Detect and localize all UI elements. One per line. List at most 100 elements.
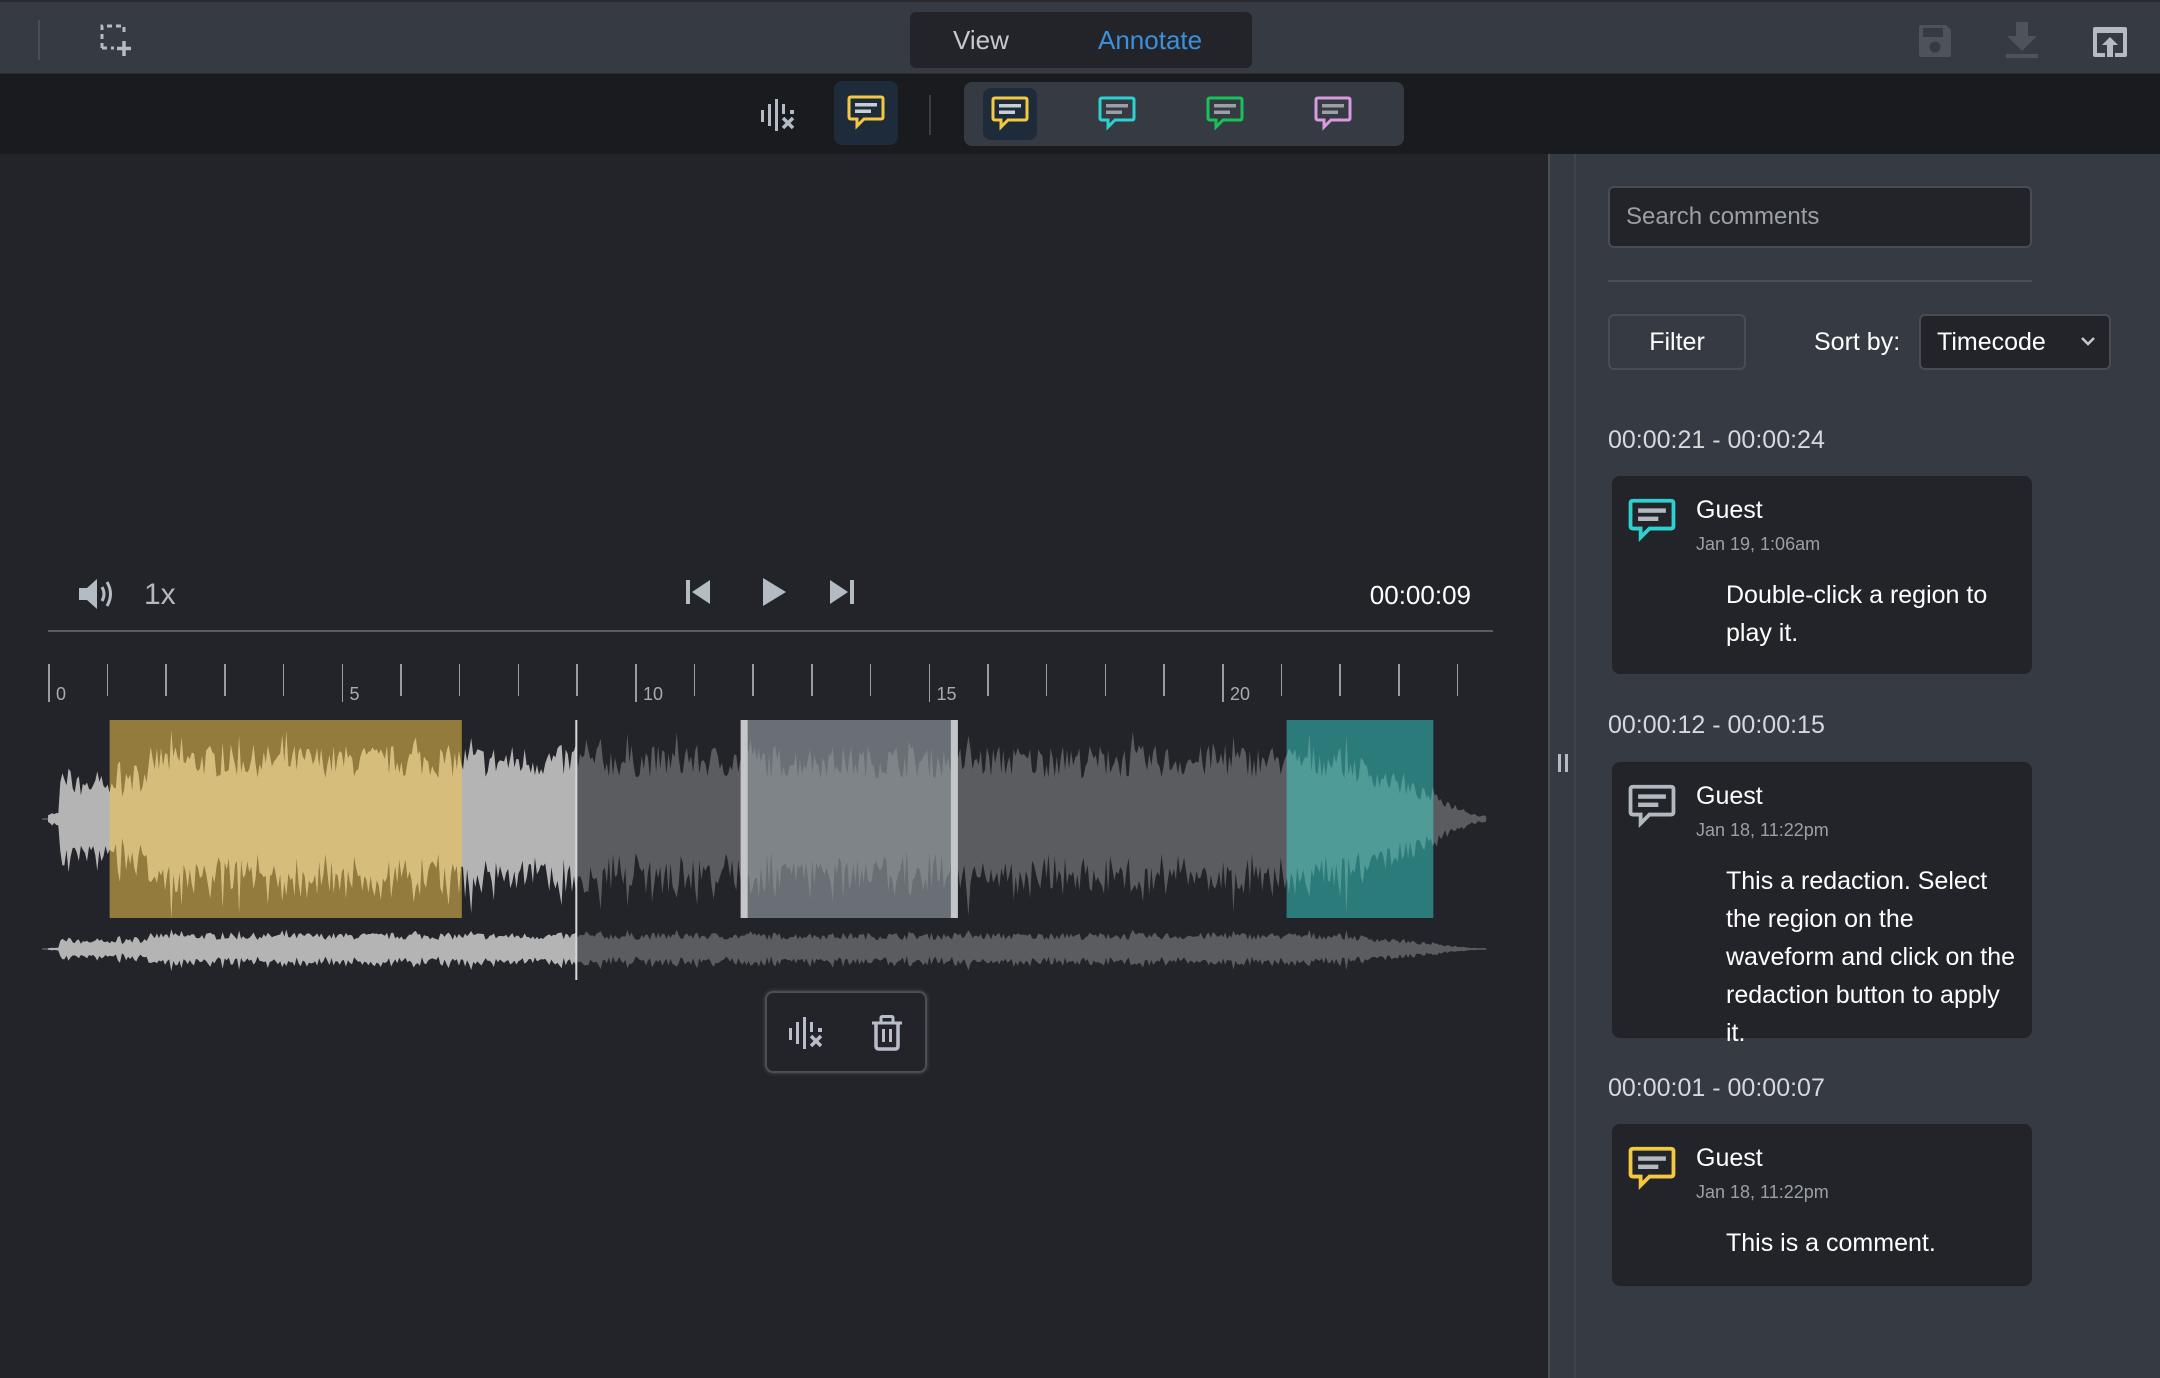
comment-card[interactable]: Guest Jan 18, 11:22pm This is a comment. bbox=[1612, 1124, 2032, 1286]
comment-date: Jan 19, 1:06am bbox=[1696, 534, 1821, 554]
ruler-tick bbox=[1456, 664, 1459, 696]
chevron-down-icon bbox=[2081, 337, 2095, 346]
skip-forward-button[interactable] bbox=[824, 574, 860, 610]
ruler-tick bbox=[1280, 664, 1283, 696]
comment-cyan-icon bbox=[1098, 96, 1136, 131]
download-button[interactable] bbox=[2002, 18, 2042, 62]
sort-value: Timecode bbox=[1937, 327, 2046, 356]
comment-date: Jan 18, 11:22pm bbox=[1696, 820, 1829, 840]
comment-text: This a redaction. Select the region on t… bbox=[1726, 867, 2016, 1047]
ruler-tick bbox=[106, 664, 109, 696]
ruler-tick bbox=[224, 664, 226, 696]
resize-handle-icon[interactable] bbox=[1558, 754, 1568, 772]
comment-color-green[interactable] bbox=[1198, 88, 1252, 140]
comment-author: Guest bbox=[1696, 1144, 1763, 1172]
ruler-tick bbox=[282, 664, 285, 696]
ruler-tick bbox=[48, 664, 50, 702]
comment-group-range: 00:00:01 - 00:00:07 bbox=[1608, 1074, 1825, 1102]
comment-card[interactable]: Guest Jan 19, 1:06am Double-click a regi… bbox=[1612, 476, 2032, 674]
redact-tool-button[interactable] bbox=[752, 92, 806, 138]
ruler-label: 10 bbox=[643, 684, 664, 704]
ruler-tick bbox=[1045, 664, 1048, 696]
region-handle-start bbox=[740, 720, 748, 918]
mode-switch: View Annotate bbox=[910, 12, 1252, 68]
delete-region-button[interactable] bbox=[865, 1011, 909, 1055]
comment-group-range: 00:00:21 - 00:00:24 bbox=[1608, 426, 1825, 454]
region-handle-end bbox=[950, 720, 958, 918]
ruler-tick bbox=[1104, 664, 1107, 696]
transport-divider bbox=[48, 630, 1493, 632]
comment-text: Double-click a region to play it. bbox=[1726, 581, 1988, 647]
save-button[interactable] bbox=[1915, 20, 1955, 62]
ruler-tick bbox=[1222, 664, 1224, 702]
comment-author: Guest bbox=[1696, 782, 1763, 810]
comment-yellow-icon bbox=[1628, 1146, 1676, 1190]
ruler-label: 20 bbox=[1230, 684, 1251, 704]
save-icon bbox=[1919, 25, 1951, 57]
play-button[interactable] bbox=[754, 572, 794, 612]
comment-color-cyan[interactable] bbox=[1090, 88, 1144, 140]
redact-region-button[interactable] bbox=[785, 1011, 829, 1055]
open-external-icon bbox=[2093, 27, 2127, 57]
divider bbox=[38, 20, 40, 60]
comment-text: This is a comment. bbox=[1726, 1229, 1936, 1257]
ruler-label: 0 bbox=[56, 684, 67, 704]
redact-audio-icon bbox=[761, 99, 795, 131]
comment-icon bbox=[847, 95, 885, 130]
ruler-tick bbox=[1398, 664, 1400, 696]
current-timecode: 00:00:09 bbox=[1369, 580, 1471, 610]
playback-speed[interactable]: 1x bbox=[144, 578, 176, 612]
ruler-tick bbox=[576, 664, 578, 696]
comment-group-range: 00:00:12 - 00:00:15 bbox=[1608, 711, 1825, 739]
sort-select[interactable]: Timecode bbox=[1919, 314, 2111, 370]
comments-sidebar: Filter Sort by: Timecode 00:00:21 - 00:0… bbox=[1576, 154, 2160, 1378]
ruler-tick bbox=[987, 664, 989, 696]
search-comments-input[interactable] bbox=[1608, 186, 2032, 248]
comment-tool-button[interactable] bbox=[834, 81, 898, 145]
divider bbox=[1608, 280, 2032, 282]
toolbar-divider bbox=[929, 95, 931, 135]
play-icon bbox=[763, 578, 786, 606]
skip-back-icon bbox=[686, 580, 710, 604]
open-external-button[interactable] bbox=[2090, 22, 2130, 62]
transport-controls: 1x 00:00:09 bbox=[48, 560, 1493, 630]
ruler-tick bbox=[693, 664, 696, 696]
comment-pink-icon bbox=[1314, 96, 1352, 131]
ruler-tick bbox=[1163, 664, 1165, 696]
comment-yellow-icon bbox=[991, 96, 1029, 131]
ruler-tick bbox=[928, 664, 930, 702]
ruler-tick bbox=[341, 664, 343, 702]
ruler-tick bbox=[869, 664, 872, 696]
add-selection-button[interactable] bbox=[94, 18, 138, 62]
tab-annotate[interactable]: Annotate bbox=[1098, 25, 1202, 56]
ruler-tick bbox=[517, 664, 520, 696]
download-icon bbox=[2006, 22, 2038, 58]
ruler-tick bbox=[400, 664, 402, 696]
skip-forward-icon bbox=[830, 580, 854, 604]
skip-back-button[interactable] bbox=[680, 574, 716, 610]
comment-green-icon bbox=[1206, 96, 1244, 131]
comment-card[interactable]: Guest Jan 18, 11:22pm This a redaction. … bbox=[1612, 762, 2032, 1047]
audio-waveform[interactable] bbox=[0, 710, 1548, 1000]
comment-gray-icon bbox=[1628, 784, 1676, 828]
time-ruler[interactable]: 0 5 10 15 20 bbox=[0, 660, 1548, 710]
ruler-tick bbox=[458, 664, 461, 696]
sort-label: Sort by: bbox=[1814, 328, 1901, 356]
redact-audio-icon bbox=[789, 1017, 823, 1049]
ruler-tick bbox=[1339, 664, 1341, 696]
comment-color-pink[interactable] bbox=[1306, 88, 1360, 140]
filter-button[interactable]: Filter bbox=[1608, 314, 1746, 370]
volume-button[interactable] bbox=[76, 574, 118, 614]
region-tools-popover bbox=[765, 991, 927, 1073]
ruler-tick bbox=[165, 664, 167, 696]
comment-color-yellow[interactable] bbox=[983, 88, 1037, 140]
panel-splitter[interactable] bbox=[1548, 154, 1576, 1378]
ruler-tick bbox=[752, 664, 754, 696]
tab-view[interactable]: View bbox=[953, 25, 1009, 56]
ruler-tick bbox=[635, 664, 637, 702]
trash-icon bbox=[872, 1015, 902, 1051]
top-bar: View Annotate bbox=[0, 0, 2160, 74]
add-selection-icon bbox=[100, 24, 131, 56]
ruler-tick bbox=[811, 664, 813, 696]
comment-date: Jan 18, 11:22pm bbox=[1696, 1182, 1829, 1202]
